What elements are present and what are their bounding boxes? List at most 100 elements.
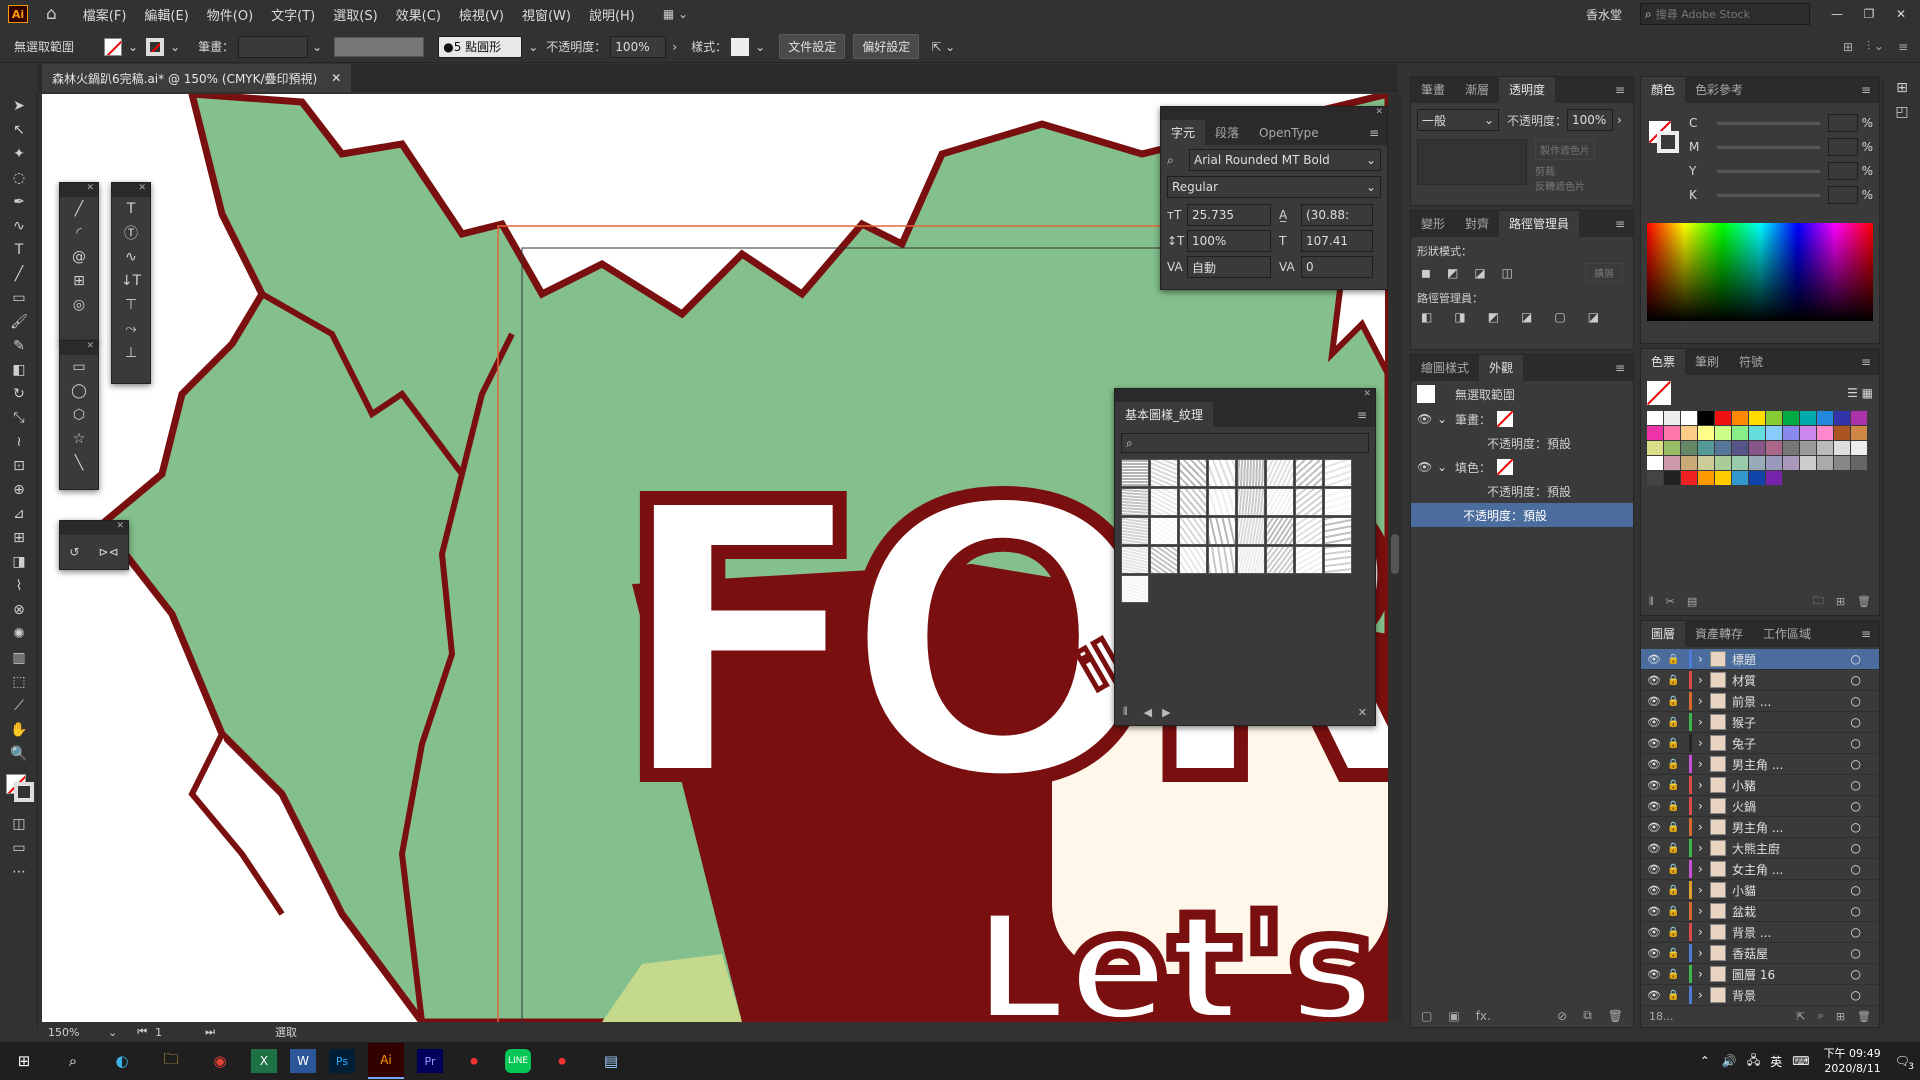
pattern-swatch[interactable] (1295, 459, 1323, 487)
color-swatch[interactable] (1732, 411, 1748, 425)
ellipse-icon[interactable]: ◯ (60, 379, 98, 403)
color-swatch[interactable] (1732, 426, 1748, 440)
color-swatch[interactable] (1664, 426, 1680, 440)
close-button[interactable]: ✕ (1890, 7, 1912, 21)
vertical-type-icon[interactable]: ↓T (112, 269, 150, 293)
color-swatch[interactable] (1783, 411, 1799, 425)
menu-icon[interactable]: ≡ (1369, 126, 1379, 140)
input-language[interactable]: 英 (1770, 1053, 1782, 1070)
layer-name[interactable]: 大熊主廚 (1732, 840, 1851, 857)
color-swatch[interactable] (1800, 411, 1816, 425)
type-icon[interactable]: T (112, 197, 150, 221)
next-artboard-icon[interactable]: ⏭ (205, 1025, 215, 1039)
clock-date[interactable]: 2020/8/11 (1824, 1061, 1880, 1076)
none-swatch[interactable] (1497, 459, 1514, 475)
pattern-swatch[interactable] (1121, 459, 1149, 487)
pattern-swatch[interactable] (1150, 488, 1178, 516)
layer-row[interactable]: 👁 🔒 › 兔子 ○ (1641, 733, 1879, 754)
menu-icon[interactable]: ≡ (1861, 355, 1871, 369)
zoom-tool-icon[interactable]: 🔍 (0, 742, 38, 766)
panel-tab[interactable]: 圖層 (1641, 621, 1686, 647)
stock-search-input[interactable]: ⌕ 搜尋 Adobe Stock (1640, 3, 1810, 25)
lock-icon[interactable]: 🔒 (1667, 675, 1683, 686)
type-on-path-icon[interactable]: ∿ (112, 245, 150, 269)
color-swatch[interactable] (1732, 471, 1748, 485)
color-swatch[interactable] (1647, 441, 1663, 455)
libraries-icon[interactable]: ◰ (1883, 100, 1920, 124)
start-icon[interactable]: ⊞ (6, 1043, 42, 1079)
fill-swatch[interactable] (104, 37, 123, 56)
color-swatch[interactable] (1715, 441, 1731, 455)
add-fill-icon[interactable]: ▣ (1448, 1009, 1459, 1023)
chevron-right-icon[interactable]: › (1698, 652, 1710, 666)
color-swatch[interactable] (1766, 411, 1782, 425)
library-menu-icon[interactable]: ⫴ (1123, 705, 1128, 719)
chevron-right-icon[interactable]: › (1617, 113, 1622, 127)
rectangle-icon[interactable]: ▭ (60, 355, 98, 379)
channel-value-field[interactable] (1827, 162, 1858, 180)
rotate-tool-icon[interactable]: ↻ (0, 382, 38, 406)
vertical-area-type-icon[interactable]: ⊤ (112, 293, 150, 317)
color-swatch[interactable] (1783, 456, 1799, 470)
graphic-style-swatch[interactable] (731, 37, 750, 56)
pattern-swatch[interactable] (1266, 517, 1294, 545)
target-circle-icon[interactable]: ○ (1851, 673, 1861, 687)
layer-name[interactable]: 標題 (1732, 651, 1851, 668)
line-segment-icon[interactable]: ╱ (60, 197, 98, 221)
layer-row[interactable]: 👁 🔒 › 小豬 ○ (1641, 775, 1879, 796)
polygon-icon[interactable]: ⬡ (60, 403, 98, 427)
reflect-icon[interactable]: ⊳⊲ (98, 545, 118, 559)
layer-name[interactable]: 男主角 ... (1732, 819, 1851, 836)
pattern-swatch[interactable] (1295, 488, 1323, 516)
panel-tab[interactable]: 繪圖樣式 (1411, 355, 1479, 381)
color-swatch[interactable] (1834, 456, 1850, 470)
home-icon[interactable]: ⌂ (46, 4, 57, 24)
make-mask-button[interactable]: 製作遮色片 (1535, 139, 1595, 160)
visibility-eye-icon[interactable]: 👁 (1647, 884, 1667, 897)
visibility-eye-icon[interactable]: 👁 (1647, 989, 1667, 1002)
menu-item[interactable]: 物件(O) (207, 5, 253, 24)
panel-tab[interactable]: 筆畫 (1411, 77, 1455, 103)
network-icon[interactable]: 🖧 (1747, 1051, 1760, 1072)
symbol-sprayer-tool-icon[interactable]: ✺ (0, 622, 38, 646)
pattern-search-input[interactable]: ⌕ (1121, 433, 1369, 453)
pattern-swatch[interactable] (1237, 546, 1265, 574)
illustrator-icon[interactable]: Ai (368, 1043, 404, 1079)
layer-name[interactable]: 前景 ... (1732, 693, 1851, 710)
star-icon[interactable]: ☆ (60, 427, 98, 451)
color-swatch[interactable] (1681, 471, 1697, 485)
stroke-swatch[interactable] (146, 37, 165, 56)
layer-name[interactable]: 火鍋 (1732, 798, 1851, 815)
layer-name[interactable]: 材質 (1732, 672, 1851, 689)
chevron-right-icon[interactable]: › (1698, 988, 1710, 1002)
chevron-right-icon[interactable]: › (1698, 904, 1710, 918)
chevron-down-icon[interactable]: ⌄ (1437, 412, 1455, 426)
clock-time[interactable]: 下午 09:49 (1824, 1046, 1881, 1061)
layer-row[interactable]: 👁 🔒 › 男主角 ... ○ (1641, 754, 1879, 775)
target-circle-icon[interactable]: ○ (1851, 820, 1861, 834)
layer-row[interactable]: 👁 🔒 › 火鍋 ○ (1641, 796, 1879, 817)
layer-name[interactable]: 盆栽 (1732, 903, 1851, 920)
graph-tool-icon[interactable]: ▥ (0, 646, 38, 670)
panel-tab[interactable]: 筆刷 (1685, 349, 1729, 375)
target-circle-icon[interactable]: ○ (1851, 757, 1861, 771)
flare-icon[interactable]: ╲ (60, 451, 98, 475)
scroll-thumb[interactable] (1391, 534, 1399, 574)
color-swatch[interactable] (1749, 456, 1765, 470)
color-swatch[interactable] (1766, 456, 1782, 470)
visibility-eye-icon[interactable]: 👁 (1647, 737, 1667, 750)
trim-icon[interactable]: ◨ (1454, 310, 1465, 324)
chevron-down-icon[interactable]: ⌄ (528, 40, 538, 54)
lock-icon[interactable]: 🔒 (1667, 822, 1683, 833)
menu-item[interactable]: 選取(S) (333, 5, 377, 24)
visibility-eye-icon[interactable]: 👁 (1647, 716, 1667, 729)
opacity-attribute-label[interactable]: 不透明度：預設 (1463, 507, 1547, 524)
menu-icon[interactable]: ≡ (1615, 83, 1625, 97)
unite-icon[interactable]: ◼ (1421, 266, 1431, 280)
color-swatch[interactable] (1664, 456, 1680, 470)
eraser-tool-icon[interactable]: ◧ (0, 358, 38, 382)
document-setup-button[interactable]: 文件設定 (779, 34, 846, 59)
pattern-swatch[interactable] (1121, 575, 1149, 603)
line-icon[interactable]: LINE (505, 1049, 531, 1073)
layer-name[interactable]: 香菇屋 (1732, 945, 1851, 962)
